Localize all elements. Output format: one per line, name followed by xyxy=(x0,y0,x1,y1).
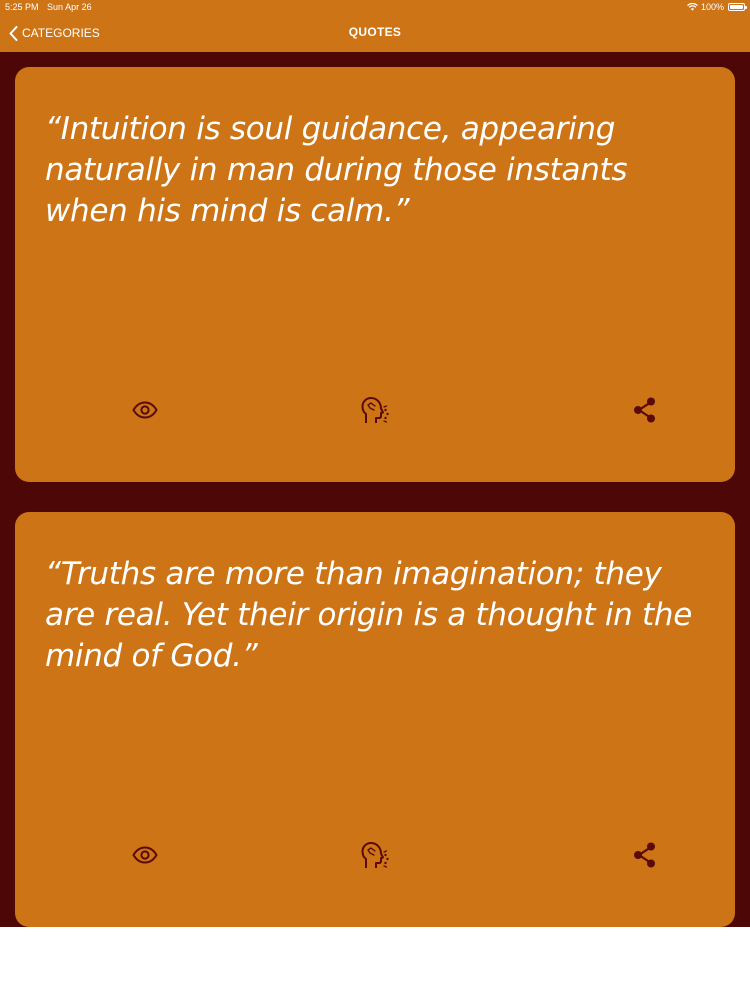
quote-text: “Truths are more than imagination; they … xyxy=(45,556,693,674)
quote-card: “Truths are more than imagination; they … xyxy=(15,512,735,927)
quote-card: “Intuition is soul guidance, appearing n… xyxy=(15,67,735,482)
view-button[interactable] xyxy=(127,837,163,873)
view-button[interactable] xyxy=(127,392,163,428)
battery-icon xyxy=(728,3,747,11)
quote-actions xyxy=(15,837,735,873)
battery-percent: 100% xyxy=(700,2,724,12)
status-bar: 5:25 PM Sun Apr 26 100% xyxy=(0,0,750,16)
speaking-head-icon xyxy=(361,842,389,868)
share-icon xyxy=(634,842,655,868)
status-left: 5:25 PM Sun Apr 26 xyxy=(5,2,98,12)
page-title: QUOTES xyxy=(348,25,402,39)
battery-level xyxy=(730,5,743,9)
eye-icon xyxy=(132,846,158,864)
status-time: 5:25 PM xyxy=(5,2,39,12)
eye-icon xyxy=(132,401,158,419)
quote-text: “Intuition is soul guidance, appearing n… xyxy=(45,111,628,229)
status-date: Sun Apr 26 xyxy=(47,2,92,12)
wifi-icon xyxy=(687,3,698,11)
share-icon xyxy=(634,397,655,423)
share-button[interactable] xyxy=(627,837,663,873)
header: 5:25 PM Sun Apr 26 100% CATEGORIES QUOTE… xyxy=(0,0,750,52)
speak-button[interactable] xyxy=(357,837,393,873)
status-right: 100% xyxy=(687,2,747,12)
share-button[interactable] xyxy=(627,392,663,428)
quote-actions xyxy=(15,392,735,428)
speaking-head-icon xyxy=(361,397,389,423)
app-screen: 5:25 PM Sun Apr 26 100% CATEGORIES QUOTE… xyxy=(0,0,750,927)
speak-button[interactable] xyxy=(357,392,393,428)
